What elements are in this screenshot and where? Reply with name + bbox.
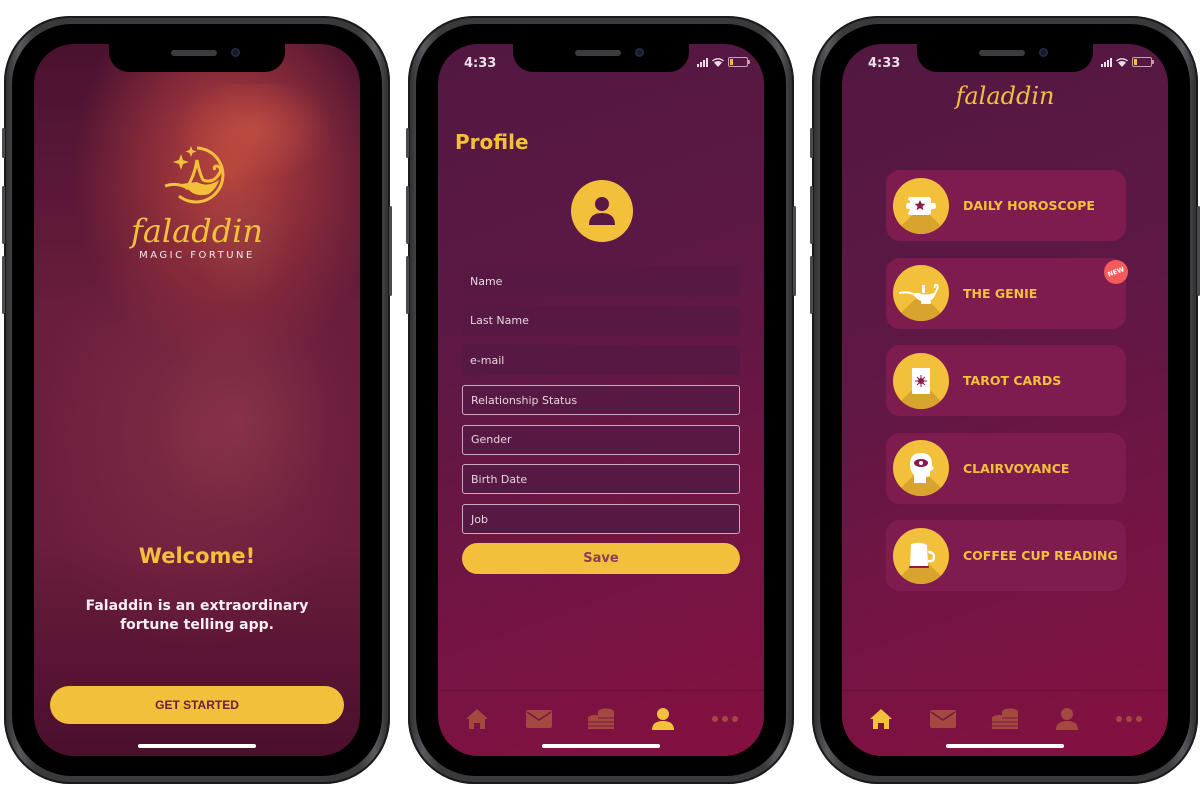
wifi-icon (712, 57, 724, 67)
page-title: Profile (455, 130, 529, 154)
user-icon (652, 708, 674, 730)
third-eye-head-icon (910, 453, 934, 483)
mute-switch (406, 128, 409, 158)
status-time: 4:33 (868, 56, 901, 71)
coins-icon (588, 708, 614, 729)
battery-low-icon (1132, 57, 1154, 67)
avatar[interactable] (571, 180, 633, 242)
tarot-card-icon (912, 367, 930, 394)
volume-up-button (406, 186, 409, 244)
tab-home[interactable] (457, 699, 497, 739)
profile-screen: 4:33 Profile Name Last Name e-mail Relat… (438, 44, 764, 756)
last-name-field[interactable]: Last Name (462, 305, 740, 336)
email-field[interactable]: e-mail (462, 345, 740, 376)
menu-item-label: DAILY HOROSCOPE (963, 198, 1095, 213)
birth-date-field[interactable]: Birth Date (462, 464, 740, 495)
volume-up-button (2, 186, 5, 244)
menu-item-label: COFFEE CUP READING (963, 548, 1118, 563)
app-logo: faladdin MAGIC FORTUNE (34, 144, 360, 261)
coffee-cup-icon (909, 542, 935, 568)
volume-down-button (406, 256, 409, 314)
notch (917, 44, 1093, 72)
coins-icon (992, 708, 1018, 729)
signal-icon (697, 57, 708, 67)
user-icon (589, 197, 615, 225)
phone-profile: 4:33 Profile Name Last Name e-mail Relat… (406, 16, 796, 784)
tab-profile[interactable] (1047, 699, 1087, 739)
save-button[interactable]: Save (462, 542, 740, 574)
new-badge: NEW (1100, 256, 1132, 287)
battery-low-icon (728, 57, 750, 67)
name-field[interactable]: Name (462, 266, 740, 296)
tab-coins[interactable] (985, 699, 1025, 739)
brand-name: faladdin (130, 212, 264, 250)
magic-lamp-logo-icon (164, 146, 225, 204)
welcome-screen: faladdin MAGIC FORTUNE Welcome! Faladdin… (34, 44, 360, 756)
phone-home: 4:33 faladdin DAILY HOROSCOPE THE GENIE … (810, 16, 1200, 784)
home-icon (870, 709, 892, 729)
welcome-title: Welcome! (138, 544, 256, 568)
menu-item-label: THE GENIE (963, 285, 1038, 301)
home-screen: 4:33 faladdin DAILY HOROSCOPE THE GENIE … (842, 44, 1168, 756)
tab-more[interactable] (1109, 699, 1149, 739)
tab-messages[interactable] (923, 699, 963, 739)
menu-item-coffee-cup-reading[interactable]: COFFEE CUP READING (886, 520, 1126, 591)
home-indicator[interactable] (946, 744, 1064, 748)
tab-profile[interactable] (643, 699, 683, 739)
home-indicator[interactable] (138, 744, 256, 748)
tab-coins[interactable] (581, 699, 621, 739)
signal-icon (1101, 57, 1112, 67)
notch (513, 44, 689, 72)
tab-more[interactable] (705, 699, 745, 739)
welcome-description: Faladdin is an extraordinary fortune tel… (85, 598, 309, 633)
wifi-icon (1116, 57, 1128, 67)
tagline: MAGIC FORTUNE (139, 250, 255, 261)
more-dots-icon (712, 716, 738, 722)
brand-name: faladdin (955, 82, 1055, 110)
power-button (793, 206, 796, 296)
power-button (389, 206, 392, 296)
more-dots-icon (1116, 716, 1142, 722)
volume-down-button (2, 256, 5, 314)
mute-switch (810, 128, 813, 158)
menu-item-clairvoyance[interactable]: CLAIRVOYANCE (886, 432, 1126, 504)
notch (109, 44, 285, 72)
menu-item-the-genie[interactable]: THE GENIE NEW (886, 256, 1132, 329)
volume-up-button (810, 186, 813, 244)
menu-item-label: TAROT CARDS (963, 373, 1062, 388)
volume-down-button (810, 256, 813, 314)
envelope-icon (526, 710, 552, 728)
menu-item-label: CLAIRVOYANCE (963, 460, 1070, 476)
job-field[interactable]: Job (462, 504, 740, 535)
get-started-button[interactable]: GET STARTED (50, 686, 344, 724)
envelope-icon (930, 710, 956, 728)
menu-item-tarot-cards[interactable]: TAROT CARDS (886, 345, 1126, 416)
menu-item-daily-horoscope[interactable]: DAILY HOROSCOPE (886, 170, 1126, 241)
relationship-status-field[interactable]: Relationship Status (462, 385, 740, 416)
phone-welcome: faladdin MAGIC FORTUNE Welcome! Faladdin… (2, 16, 392, 784)
magic-lamp-icon (899, 283, 939, 304)
fortune-menu: DAILY HOROSCOPE THE GENIE NEW TAROT CARD… (886, 170, 1132, 608)
gender-field[interactable]: Gender (462, 424, 740, 455)
status-time: 4:33 (464, 56, 497, 71)
tab-home[interactable] (861, 699, 901, 739)
tab-messages[interactable] (519, 699, 559, 739)
home-icon (466, 709, 488, 729)
home-indicator[interactable] (542, 744, 660, 748)
user-icon (1056, 708, 1078, 730)
profile-form: Name Last Name e-mail Relationship Statu… (462, 266, 740, 574)
mute-switch (2, 128, 5, 158)
scroll-star-icon (906, 196, 936, 215)
